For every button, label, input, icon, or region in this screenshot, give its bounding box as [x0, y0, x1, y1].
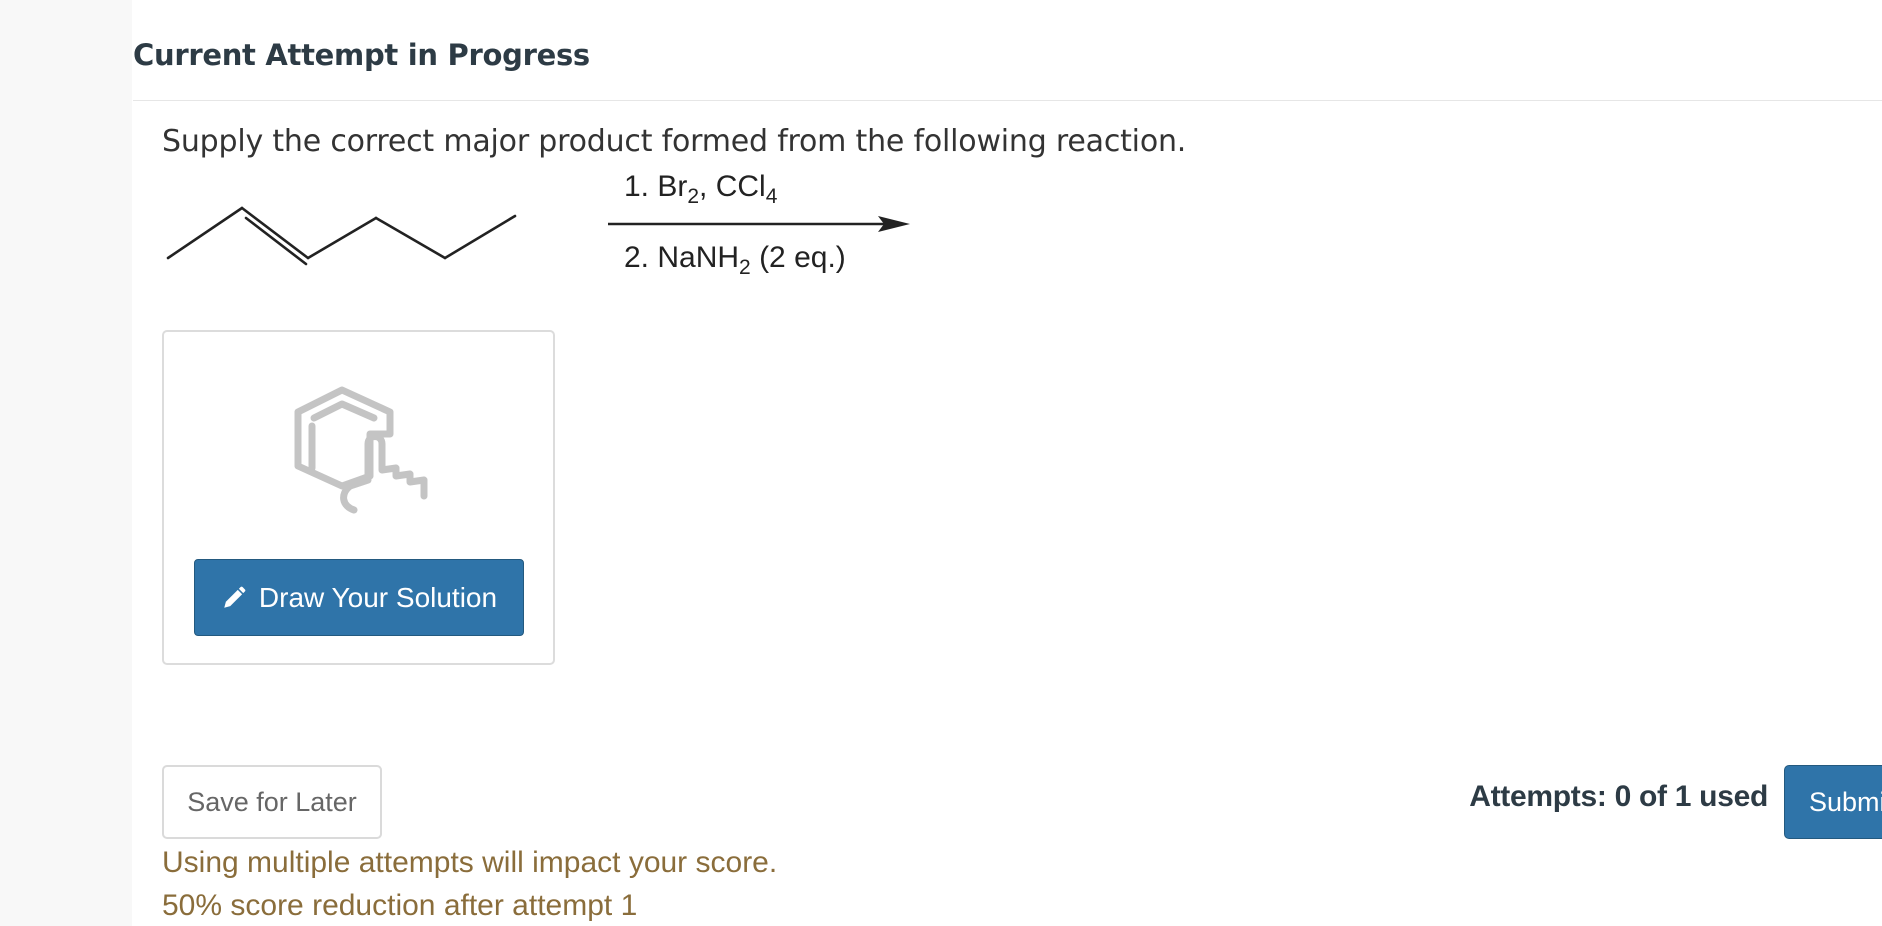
question-prompt: Supply the correct major product formed … — [162, 124, 1187, 159]
left-gutter — [0, 0, 132, 926]
submit-answer-button[interactable]: Submit Answer — [1784, 765, 1882, 839]
drawing-panel: Draw Your Solution — [162, 330, 555, 665]
pencil-icon — [224, 586, 246, 608]
attempts-warning: Using multiple attempts will impact your… — [162, 846, 778, 879]
attempts-counter: Attempts: 0 of 1 used — [1469, 780, 1768, 813]
reactant-structure — [166, 206, 517, 266]
reagent-step-2: 2. NaNH2 (2 eq.) — [624, 241, 846, 279]
draw-solution-button[interactable]: Draw Your Solution — [194, 559, 524, 636]
page-title: Current Attempt in Progress — [133, 38, 590, 72]
draw-solution-label: Draw Your Solution — [258, 581, 498, 613]
reagent-step-1: 1. Br2, CCl4 — [624, 170, 778, 208]
score-reduction-notice: 50% score reduction after attempt 1 — [162, 889, 638, 922]
reaction-arrow — [608, 216, 910, 232]
header-divider — [133, 100, 1882, 101]
carbon-chain — [168, 210, 515, 258]
molecule-hand-icon — [294, 386, 428, 514]
save-for-later-button[interactable]: Save for Later — [162, 765, 382, 839]
